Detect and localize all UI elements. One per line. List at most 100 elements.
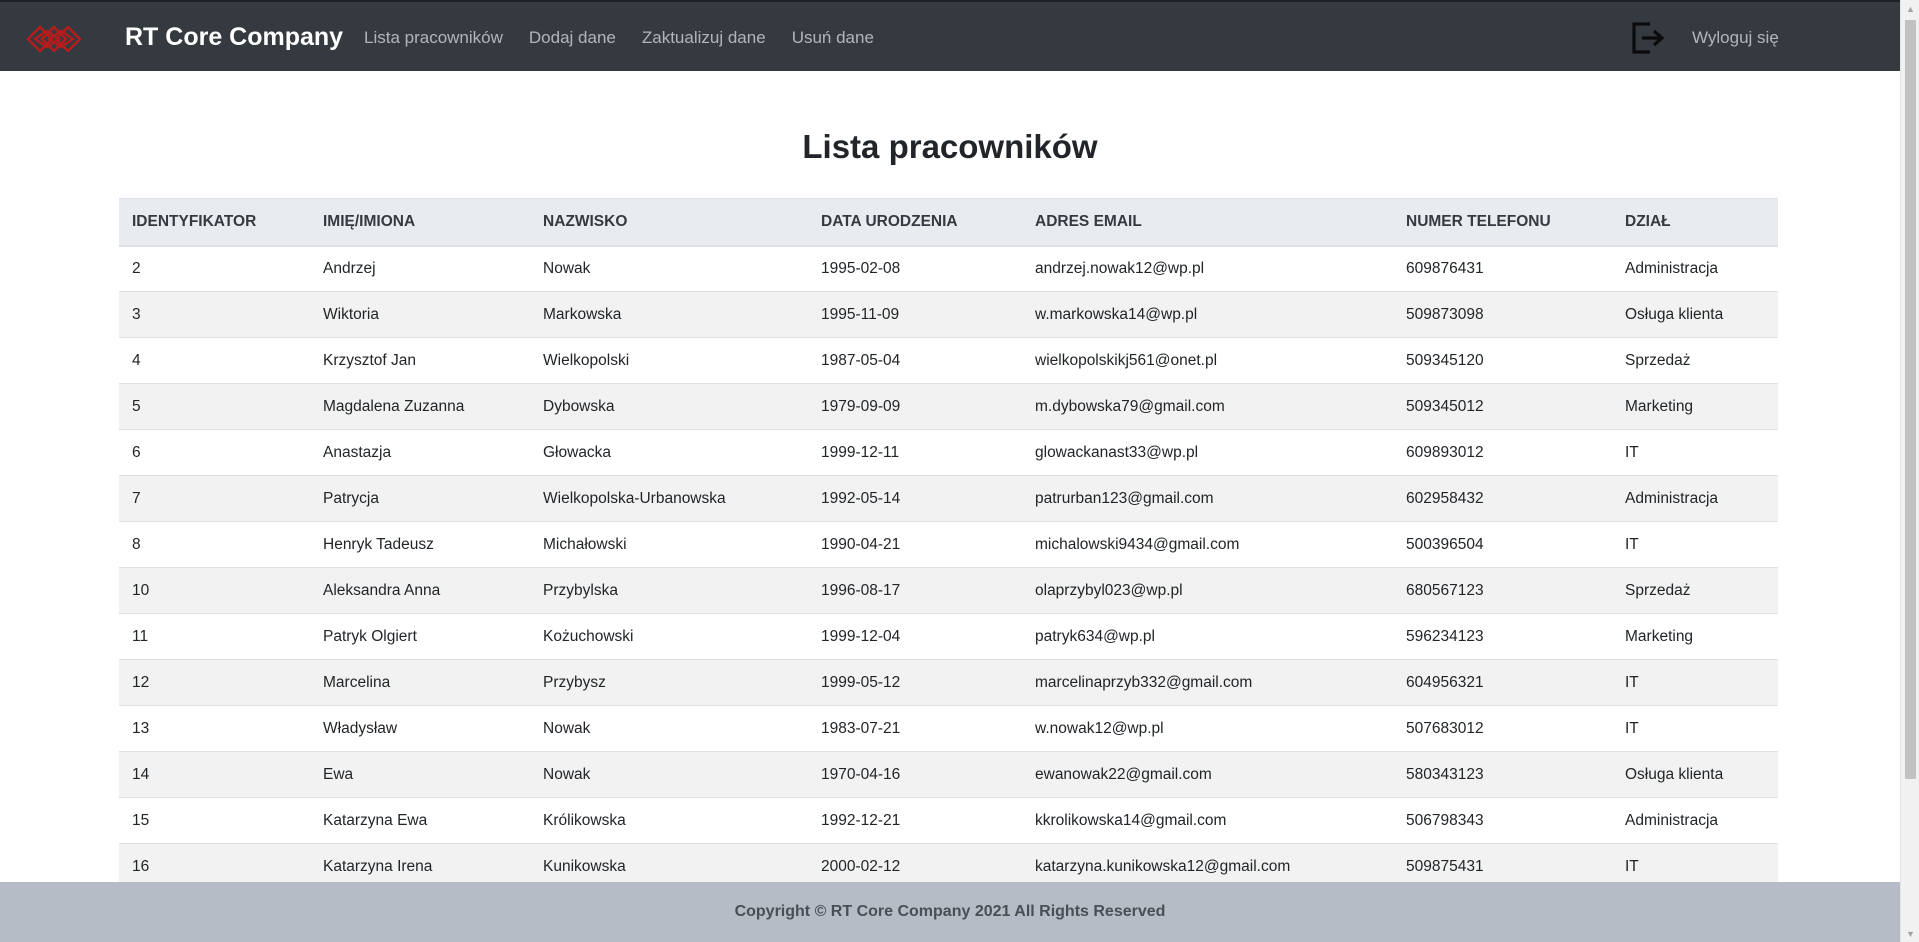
cell-birth-date: 1999-12-04	[808, 613, 1022, 660]
table-row: 3 Wiktoria Markowska 1995-11-09 w.markowska1…	[119, 291, 1778, 338]
cell-department: IT	[1612, 659, 1778, 706]
cell-phone: 602958432	[1393, 475, 1612, 522]
cell-email: w.nowak12@wp.pl	[1022, 705, 1393, 752]
cell-id: 6	[119, 429, 310, 476]
cell-last-name: Dybowska	[530, 383, 808, 430]
cell-email: michalowski9434@gmail.com	[1022, 521, 1393, 568]
cell-phone: 580343123	[1393, 751, 1612, 798]
cell-id: 5	[119, 383, 310, 430]
vertical-scrollbar[interactable]: ▲ ▼	[1900, 0, 1919, 942]
diamond-lattice-logo[interactable]	[26, 21, 84, 57]
table-row: 5 Magdalena Zuzanna Dybowska 1979-09-09 m.dy…	[119, 383, 1778, 430]
cell-first-name: Henryk Tadeusz	[310, 521, 530, 568]
cell-phone: 506798343	[1393, 797, 1612, 844]
cell-department: Administracja	[1612, 245, 1778, 292]
cell-id: 7	[119, 475, 310, 522]
cell-email: patryk634@wp.pl	[1022, 613, 1393, 660]
cell-birth-date: 1999-12-11	[808, 429, 1022, 476]
table-row: 4 Krzysztof Jan Wielkopolski 1987-05-04 wiel…	[119, 337, 1778, 384]
cell-phone: 596234123	[1393, 613, 1612, 660]
table-row: 13 Władysław Nowak 1983-07-21 w.nowak12@wp.p…	[119, 705, 1778, 752]
cell-department: Sprzedaż	[1612, 337, 1778, 384]
cell-id: 4	[119, 337, 310, 384]
cell-first-name: Andrzej	[310, 245, 530, 292]
cell-email: w.markowska14@wp.pl	[1022, 291, 1393, 338]
cell-last-name: Kożuchowski	[530, 613, 808, 660]
cell-first-name: Władysław	[310, 705, 530, 752]
table-row: 8 Henryk Tadeusz Michałowski 1990-04-21 mich…	[119, 521, 1778, 568]
nav-link-update-data[interactable]: Zaktualizuj dane	[629, 28, 779, 48]
cell-birth-date: 1987-05-04	[808, 337, 1022, 384]
cell-last-name: Michałowski	[530, 521, 808, 568]
nav-link-add-data[interactable]: Dodaj dane	[516, 28, 629, 48]
brand-name[interactable]: RT Core Company	[125, 2, 343, 73]
cell-id: 10	[119, 567, 310, 614]
cell-department: IT	[1612, 521, 1778, 568]
navbar: RT Core Company Lista pracowników Dodaj …	[0, 0, 1900, 71]
scroll-up-arrow-icon[interactable]: ▲	[1901, 0, 1919, 17]
cell-birth-date: 1992-05-14	[808, 475, 1022, 522]
cell-birth-date: 1990-04-21	[808, 521, 1022, 568]
cell-email: patrurban123@gmail.com	[1022, 475, 1393, 522]
cell-phone: 609893012	[1393, 429, 1612, 476]
cell-department: Marketing	[1612, 613, 1778, 660]
cell-last-name: Nowak	[530, 751, 808, 798]
table-row: 10 Aleksandra Anna Przybylska 1996-08-17 ola…	[119, 567, 1778, 614]
cell-last-name: Wielkopolski	[530, 337, 808, 384]
scroll-thumb[interactable]	[1905, 20, 1916, 779]
cell-id: 3	[119, 291, 310, 338]
cell-id: 12	[119, 659, 310, 706]
header-id: IDENTYFIKATOR	[119, 198, 310, 247]
cell-department: Osługa klienta	[1612, 291, 1778, 338]
header-last-name: NAZWISKO	[530, 198, 808, 247]
cell-last-name: Nowak	[530, 245, 808, 292]
cell-id: 14	[119, 751, 310, 798]
cell-first-name: Magdalena Zuzanna	[310, 383, 530, 430]
nav-link-employee-list[interactable]: Lista pracowników	[364, 28, 516, 48]
nav-link-delete-data[interactable]: Usuń dane	[779, 28, 887, 48]
cell-department: Administracja	[1612, 475, 1778, 522]
cell-phone: 509345120	[1393, 337, 1612, 384]
cell-last-name: Głowacka	[530, 429, 808, 476]
table-row: 15 Katarzyna Ewa Królikowska 1992-12-21 kkro…	[119, 797, 1778, 844]
cell-phone: 609876431	[1393, 245, 1612, 292]
logout-button[interactable]: Wyloguj się	[1628, 2, 1779, 73]
cell-birth-date: 1996-08-17	[808, 567, 1022, 614]
cell-phone: 680567123	[1393, 567, 1612, 614]
cell-id: 2	[119, 245, 310, 292]
cell-first-name: Krzysztof Jan	[310, 337, 530, 384]
cell-email: olaprzybyl023@wp.pl	[1022, 567, 1393, 614]
cell-last-name: Przybylska	[530, 567, 808, 614]
scroll-down-arrow-icon[interactable]: ▼	[1901, 925, 1919, 942]
cell-birth-date: 1999-05-12	[808, 659, 1022, 706]
cell-birth-date: 1995-02-08	[808, 245, 1022, 292]
table-header-row: IDENTYFIKATOR IMIĘ/IMIONA NAZWISKO DATA …	[119, 198, 1778, 247]
cell-department: Administracja	[1612, 797, 1778, 844]
cell-phone: 509873098	[1393, 291, 1612, 338]
cell-first-name: Ewa	[310, 751, 530, 798]
cell-phone: 500396504	[1393, 521, 1612, 568]
cell-first-name: Aleksandra Anna	[310, 567, 530, 614]
table-row: 7 Patrycja Wielkopolska-Urbanowska 1992-05-…	[119, 475, 1778, 522]
cell-first-name: Katarzyna Ewa	[310, 797, 530, 844]
table-row: 11 Patryk Olgiert Kożuchowski 1999-12-04 pat…	[119, 613, 1778, 660]
cell-birth-date: 1979-09-09	[808, 383, 1022, 430]
cell-first-name: Wiktoria	[310, 291, 530, 338]
cell-last-name: Przybysz	[530, 659, 808, 706]
logout-icon	[1632, 21, 1665, 54]
table-row: 2 Andrzej Nowak 1995-02-08 andrzej.nowak12@w…	[119, 245, 1778, 292]
copyright-text: Copyright © RT Core Company 2021 All Rig…	[734, 903, 1166, 920]
cell-first-name: Patrycja	[310, 475, 530, 522]
cell-department: IT	[1612, 429, 1778, 476]
cell-department: Sprzedaż	[1612, 567, 1778, 614]
cell-email: wielkopolskikj561@onet.pl	[1022, 337, 1393, 384]
table-row: 6 Anastazja Głowacka 1999-12-11 glowackanast…	[119, 429, 1778, 476]
employee-table: IDENTYFIKATOR IMIĘ/IMIONA NAZWISKO DATA …	[119, 198, 1778, 890]
cell-department: IT	[1612, 705, 1778, 752]
cell-birth-date: 1992-12-21	[808, 797, 1022, 844]
table-row: 12 Marcelina Przybysz 1999-05-12 marcelinapr…	[119, 659, 1778, 706]
header-birth-date: DATA URODZENIA	[808, 198, 1022, 247]
page-title: Lista pracowników	[802, 128, 1098, 165]
employee-table-container: IDENTYFIKATOR IMIĘ/IMIONA NAZWISKO DATA …	[119, 198, 1778, 890]
cell-birth-date: 1970-04-16	[808, 751, 1022, 798]
